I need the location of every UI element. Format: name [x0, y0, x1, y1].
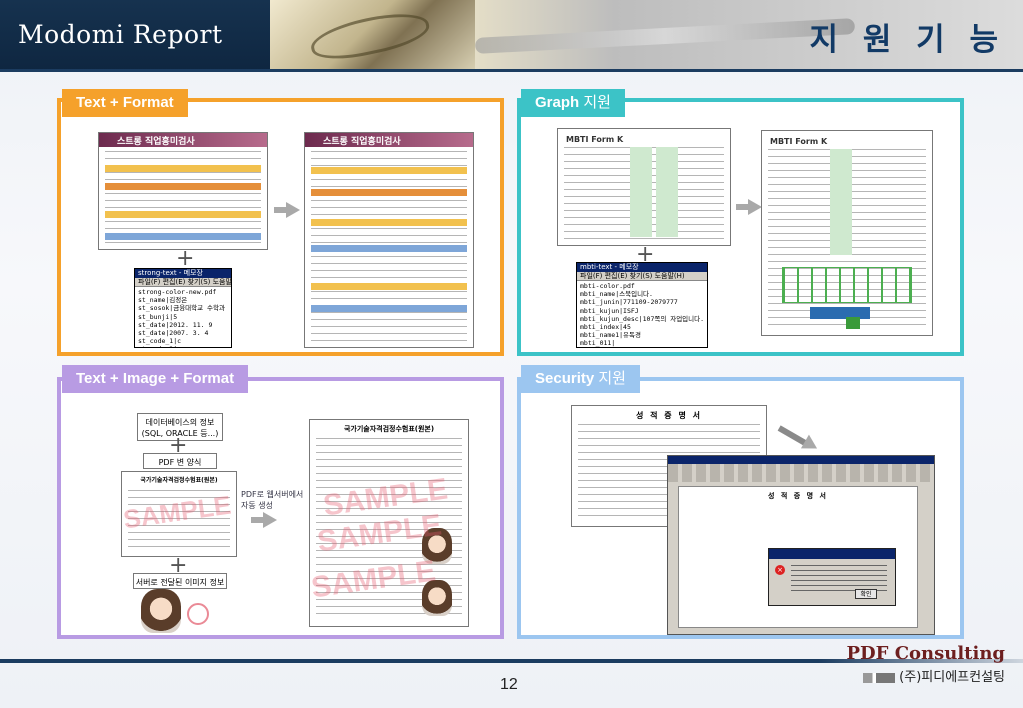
- window-title: mbti-text - 메모장: [577, 263, 707, 272]
- panel-text-image-format: 데이터베이스의 정보 (SQL, ORACLE 등...) + PDF 변 양식…: [57, 377, 504, 639]
- tab-label: Text + Image + Format: [76, 370, 235, 387]
- text-data-content: strong-color-new.pdf st_name|김정은 st_soso…: [138, 288, 225, 347]
- viewer-titlebar: [668, 456, 934, 464]
- result-document: 스트롱 직업흥미검사: [304, 132, 474, 348]
- graph-column: [630, 147, 652, 237]
- plus-icon: +: [176, 246, 195, 271]
- result-document: MBTI Form K: [761, 130, 933, 336]
- viewer-certificate-title: 성 적 증 명 서: [768, 492, 828, 500]
- document-header-text: MBTI Form K: [566, 135, 624, 144]
- slide-brand-title: Modomi Report: [18, 20, 223, 49]
- pdf-format-box: PDF 변 양식: [143, 453, 217, 469]
- auto-generate-label: PDF로 웹서버에서 자동 생성: [241, 490, 304, 510]
- text-data-window: strong-text - 메모장 파일(F) 편집(E) 찾기(S) 도움말 …: [134, 268, 232, 348]
- tab-label: Text + Format: [76, 94, 174, 111]
- text-data-window: mbti-text - 메모장 파일(F) 편집(E) 찾기(S) 도움말(H)…: [576, 262, 708, 348]
- document-header: 스트롱 직업흥미검사: [99, 133, 267, 147]
- document-header: 스트롱 직업흥미검사: [305, 133, 473, 147]
- certificate-title: 성 적 증 명 서: [636, 411, 702, 420]
- company-name-ko-text: (주)피디에프컨설팅: [899, 670, 1005, 685]
- arrow-right-icon: [263, 512, 277, 528]
- dialog-ok-button[interactable]: 확인: [855, 589, 877, 599]
- viewer-screen: 성 적 증 명 서 × 확인: [667, 455, 935, 635]
- graph-chart: [782, 267, 912, 303]
- company-logo-icon: [863, 672, 896, 683]
- error-icon: ×: [775, 565, 785, 575]
- panel-text-format: 스트롱 직업흥미검사 + strong-text - 메모장 파일(F) 편집(…: [57, 98, 504, 356]
- page-number: 12: [500, 676, 518, 693]
- slide-page-title: 지 원 기 능: [809, 22, 1005, 58]
- company-name-en: PDF Consulting: [846, 643, 1006, 664]
- seal-stamp-icon: [187, 603, 209, 625]
- form-title: 국가기술자격검정수험표(원본): [140, 477, 218, 484]
- person-photo: [141, 589, 181, 633]
- server-image-box: 서버로 전달된 이미지 정보: [133, 573, 227, 589]
- arrow-right-icon: [748, 199, 762, 215]
- graph-column: [830, 149, 852, 255]
- source-document: 스트롱 직업흥미검사: [98, 132, 268, 250]
- graph-column: [656, 147, 678, 237]
- slide-header: Modomi Report 지 원 기 능: [0, 0, 1023, 72]
- tab-graph: Graph 지원: [521, 89, 625, 117]
- glasses-icon: [307, 5, 433, 67]
- tab-label: Graph: [535, 94, 580, 111]
- tab-label: Security: [535, 370, 595, 387]
- document-header-text: 스트롱 직업흥미검사: [117, 137, 195, 147]
- pen-icon: [474, 18, 856, 54]
- dialog-message: [791, 565, 887, 591]
- document-header-text: 스트롱 직업흥미검사: [323, 137, 401, 147]
- tab-text-format: Text + Format: [62, 89, 188, 117]
- tab-text-image-format: Text + Image + Format: [62, 365, 249, 393]
- header-photo-glasses: [270, 0, 475, 69]
- tab-label-extra: 지원: [594, 370, 626, 387]
- arrow-right-icon: [286, 202, 300, 218]
- graph-bar: [810, 307, 870, 319]
- tab-security: Security 지원: [521, 365, 640, 393]
- dialog-titlebar: [769, 549, 895, 559]
- generated-document-title: 국가기술자격검정수험표(원본): [343, 425, 435, 433]
- arrow-down-right-icon: [800, 434, 822, 456]
- panel-graph: MBTI Form K + mbti-text - 메모장 파일(F) 편집(E…: [517, 98, 964, 356]
- security-error-dialog: × 확인: [768, 548, 896, 606]
- window-menu: 파일(F) 편집(E) 찾기(S) 도움말(H): [577, 272, 707, 281]
- window-menu: 파일(F) 편집(E) 찾기(S) 도움말: [135, 278, 231, 287]
- panel-security: 성 적 증 명 서 성 적 증 명 서 × 확인: [517, 377, 964, 639]
- text-data-content: mbti-color.pdf mbti_name|스북입니다. mbti_jun…: [580, 282, 705, 348]
- window-title: strong-text - 메모장: [135, 269, 231, 278]
- document-header-text: MBTI Form K: [770, 137, 828, 146]
- tab-label-extra: 지원: [579, 94, 611, 111]
- source-document: MBTI Form K: [557, 128, 731, 246]
- logo-icon: [846, 317, 860, 329]
- viewer-toolbar: [668, 464, 934, 482]
- company-name-ko: (주)피디에프컨설팅: [863, 666, 1005, 685]
